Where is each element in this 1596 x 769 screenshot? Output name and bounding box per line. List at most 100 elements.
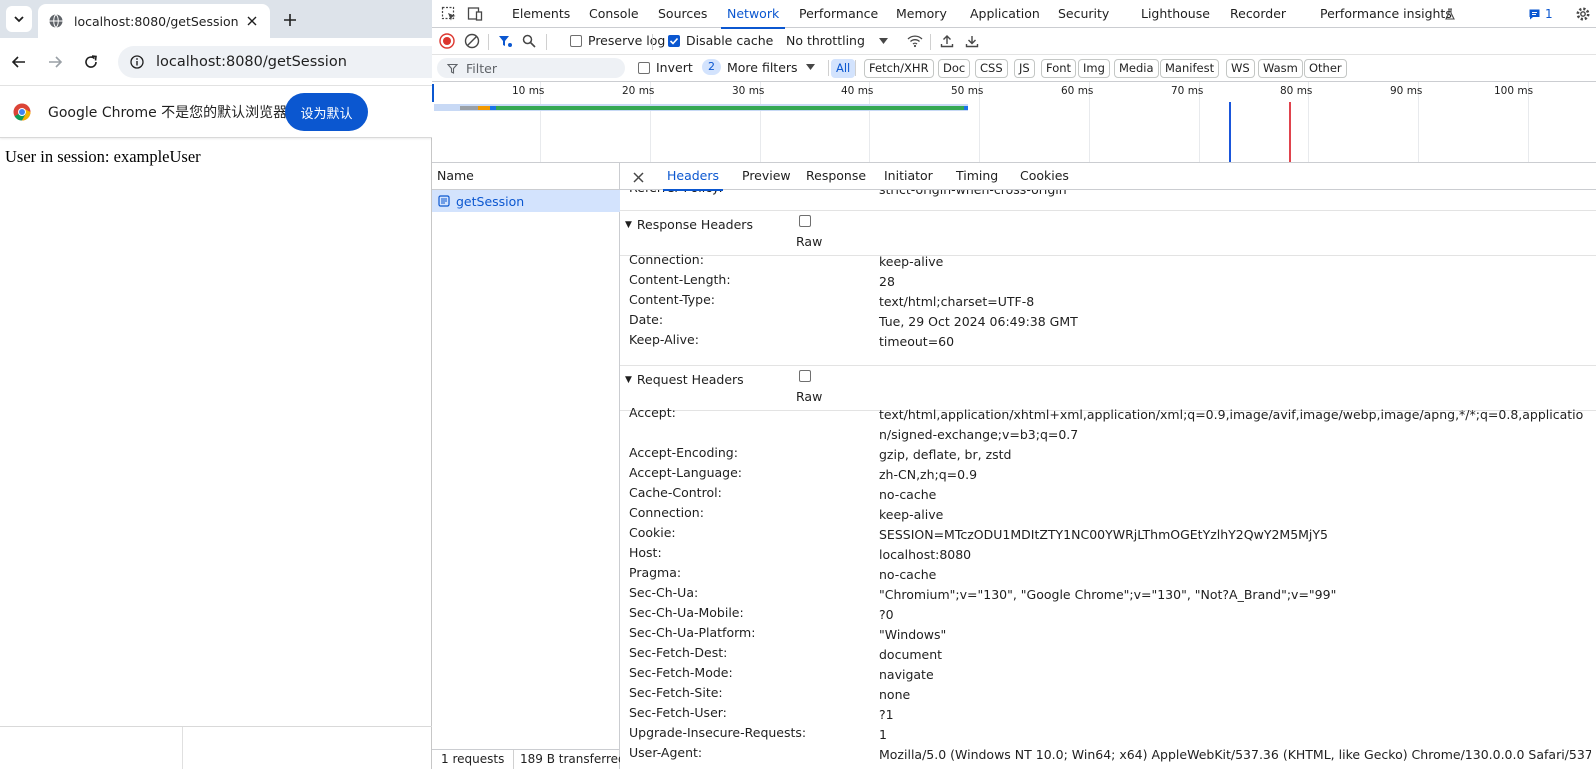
triangle-down-icon: ▼ xyxy=(625,374,632,385)
tab-sources[interactable]: Sources xyxy=(658,0,707,28)
tab-lighthouse[interactable]: Lighthouse xyxy=(1141,0,1210,28)
chevron-down-icon xyxy=(14,16,24,23)
filter-chip-fetch-xhr[interactable]: Fetch/XHR xyxy=(864,59,934,78)
filter-chip-doc[interactable]: Doc xyxy=(938,59,971,78)
address-url[interactable]: localhost:8080/getSession xyxy=(156,54,347,70)
header-value: "Chromium";v="130", "Google Chrome";v="1… xyxy=(879,587,1337,602)
more-filters-label: More filters xyxy=(727,59,798,75)
network-summary: 1 requests 189 B transferred xyxy=(432,749,620,769)
request-name: getSession xyxy=(456,193,525,209)
tab-application[interactable]: Application xyxy=(970,0,1040,28)
header-key: Accept-Encoding: xyxy=(629,445,738,460)
header-value: gzip, deflate, br, zstd xyxy=(879,447,1012,462)
more-filters-dropdown[interactable]: 2 More filters xyxy=(702,59,815,75)
close-icon xyxy=(632,171,644,183)
timeline-tick-label: 40 ms xyxy=(841,85,874,97)
response-header-row: Date: Tue, 29 Oct 2024 06:49:38 GMT xyxy=(620,312,1596,332)
browser-tab[interactable]: localhost:8080/getSession xyxy=(38,4,270,38)
tab-response[interactable]: Response xyxy=(806,163,866,190)
header-key: Accept-Language: xyxy=(629,465,743,480)
record-icon xyxy=(439,33,455,49)
tab-performance[interactable]: Performance xyxy=(799,0,878,28)
response-headers-toggle[interactable]: ▼ Response Headers xyxy=(625,217,753,232)
tab-security[interactable]: Security xyxy=(1058,0,1109,28)
invert-checkbox[interactable]: Invert xyxy=(638,60,693,75)
filter-chip-font[interactable]: Font xyxy=(1041,59,1077,78)
tab-elements[interactable]: Elements xyxy=(512,0,570,28)
reload-button[interactable] xyxy=(79,50,103,74)
request-bar-waiting xyxy=(496,106,964,110)
tab-search-button[interactable] xyxy=(6,6,32,32)
timeline-tick-label: 20 ms xyxy=(622,85,655,97)
filter-chip-all[interactable]: All xyxy=(831,59,856,78)
device-toolbar-button[interactable] xyxy=(466,5,484,23)
request-header-row: Sec-Fetch-Dest: document xyxy=(620,645,1596,665)
filter-chip-wasm[interactable]: Wasm xyxy=(1258,59,1303,78)
filter-placeholder: Filter xyxy=(466,60,497,76)
disable-cache-label: Disable cache xyxy=(686,33,774,48)
close-details-button[interactable] xyxy=(630,169,646,185)
header-value: no-cache xyxy=(879,487,937,502)
checkbox-unchecked[interactable] xyxy=(570,34,582,47)
summary-separator xyxy=(513,750,514,769)
checkbox-checked[interactable] xyxy=(668,34,680,47)
clear-button[interactable] xyxy=(463,32,481,50)
gear-icon xyxy=(1576,7,1590,21)
disable-cache-checkbox[interactable]: Disable cache xyxy=(668,33,773,48)
raw-checkbox[interactable] xyxy=(799,370,811,382)
filter-chip-media[interactable]: Media xyxy=(1114,59,1159,78)
toolbar-separator xyxy=(546,34,547,50)
import-har-button[interactable] xyxy=(938,32,956,50)
issues-count: 1 xyxy=(1545,7,1553,21)
forward-button[interactable] xyxy=(43,50,67,74)
filter-chip-css[interactable]: CSS xyxy=(975,59,1008,78)
filter-toggle-button[interactable] xyxy=(496,32,514,50)
throttling-select[interactable]: No throttling xyxy=(786,33,888,48)
issues-counter[interactable]: 1 xyxy=(1528,7,1553,21)
search-button[interactable] xyxy=(520,32,538,50)
toolbar-separator xyxy=(488,34,489,50)
set-default-button[interactable]: 设为默认 xyxy=(285,93,368,131)
network-overview-timeline[interactable]: 10 ms 20 ms 30 ms 40 ms 50 ms 60 ms 70 m… xyxy=(432,82,1596,163)
tab-recorder[interactable]: Recorder xyxy=(1230,0,1286,28)
tab-network[interactable]: Network xyxy=(720,0,786,29)
checkbox-unchecked[interactable] xyxy=(638,61,650,74)
filter-chip-js[interactable]: JS xyxy=(1014,59,1035,78)
timeline-selection-handle[interactable] xyxy=(432,84,434,102)
header-value: text/html,application/xhtml+xml,applicat… xyxy=(879,407,1584,442)
new-tab-button[interactable] xyxy=(278,8,302,32)
filter-chip-manifest[interactable]: Manifest xyxy=(1160,59,1220,78)
filter-input[interactable]: Filter xyxy=(437,58,625,78)
response-header-row: Content-Type: text/html;charset=UTF-8 xyxy=(620,292,1596,312)
address-bar[interactable]: localhost:8080/getSession xyxy=(118,46,432,78)
raw-checkbox[interactable] xyxy=(799,215,811,227)
close-tab-button[interactable] xyxy=(244,13,260,29)
tab-cookies[interactable]: Cookies xyxy=(1020,163,1069,190)
tab-memory[interactable]: Memory xyxy=(896,0,947,28)
tab-performance-insights[interactable]: Performance insights xyxy=(1320,0,1452,28)
stop-recording-button[interactable] xyxy=(438,32,456,50)
request-row[interactable]: getSession xyxy=(432,190,620,212)
back-button[interactable] xyxy=(7,50,31,74)
request-header-row: Pragma: no-cache xyxy=(620,565,1596,585)
tab-timing[interactable]: Timing xyxy=(956,163,998,190)
tab-preview[interactable]: Preview xyxy=(742,163,791,190)
header-key: Cache-Control: xyxy=(629,485,722,500)
filter-chip-other[interactable]: Other xyxy=(1304,59,1347,78)
browser-bottom-area xyxy=(0,726,432,769)
filter-chip-ws[interactable]: WS xyxy=(1226,59,1255,78)
timeline-tick-label: 10 ms xyxy=(512,85,545,97)
request-headers-toggle[interactable]: ▼ Request Headers xyxy=(625,372,744,387)
header-key: Sec-Ch-Ua-Platform: xyxy=(629,625,756,640)
tab-headers[interactable]: Headers xyxy=(662,163,724,191)
tab-initiator[interactable]: Initiator xyxy=(884,163,933,190)
export-har-button[interactable] xyxy=(963,32,981,50)
tab-console[interactable]: Console xyxy=(589,0,639,28)
filter-chip-img[interactable]: Img xyxy=(1078,59,1110,78)
inspect-element-button[interactable] xyxy=(440,5,458,23)
settings-button[interactable] xyxy=(1574,5,1592,23)
header-key: Cookie: xyxy=(629,525,676,540)
name-column-header[interactable]: Name xyxy=(432,163,620,190)
divider xyxy=(182,727,183,769)
network-conditions-button[interactable] xyxy=(906,32,924,50)
